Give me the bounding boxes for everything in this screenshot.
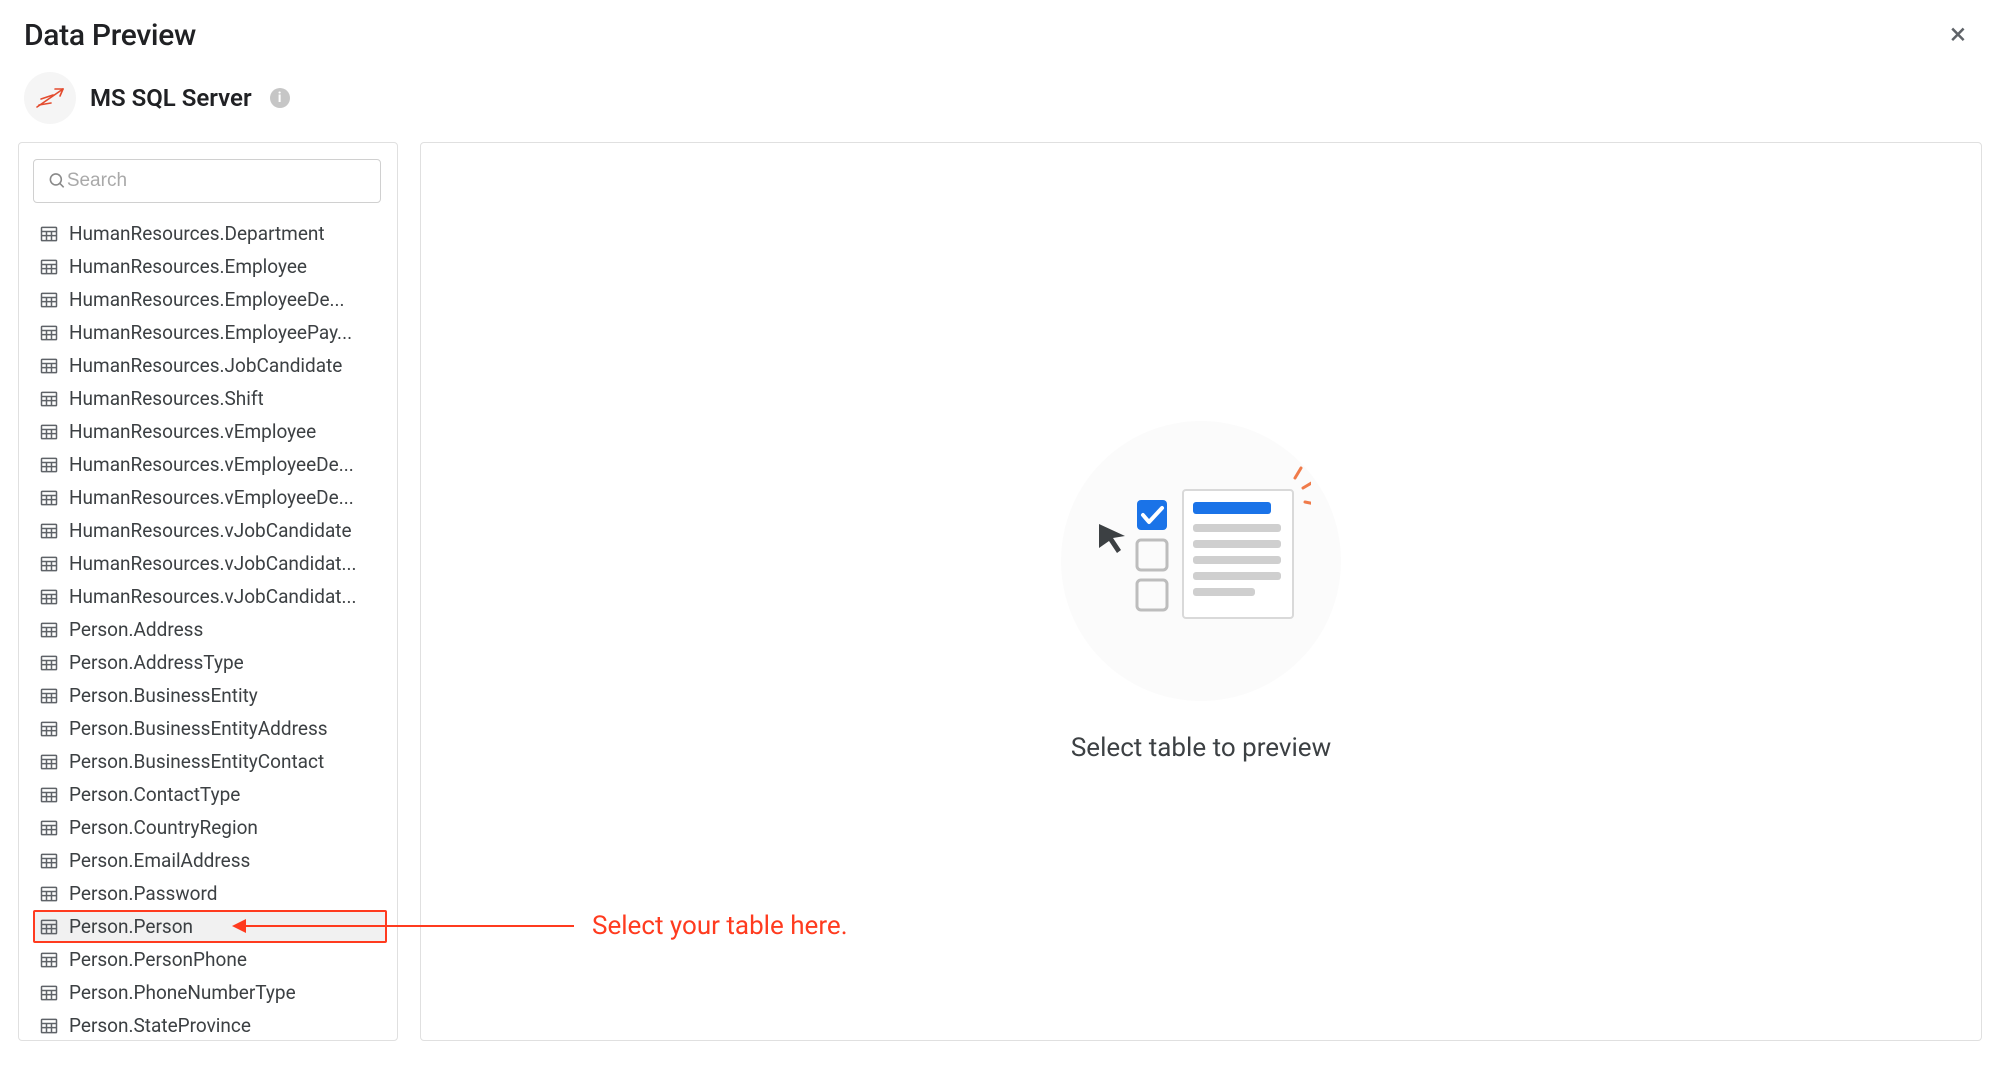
table-icon <box>39 719 59 739</box>
table-item[interactable]: Person.Person <box>33 910 387 943</box>
table-item[interactable]: HumanResources.vEmployeeDe... <box>33 481 387 514</box>
table-item-label: Person.BusinessEntity <box>69 684 258 707</box>
empty-illustration <box>1061 421 1341 701</box>
table-item-label: HumanResources.Department <box>69 222 325 245</box>
table-icon <box>39 983 59 1003</box>
table-icon <box>39 488 59 508</box>
search-input[interactable] <box>67 170 366 192</box>
body-row: HumanResources.Department HumanResources.… <box>0 142 2000 1059</box>
sidebar: HumanResources.Department HumanResources.… <box>18 142 398 1041</box>
table-icon <box>39 356 59 376</box>
table-icon <box>39 257 59 277</box>
datasource-name: MS SQL Server <box>90 84 252 112</box>
table-item-label: HumanResources.vJobCandidate <box>69 519 352 542</box>
empty-message: Select table to preview <box>1071 733 1331 763</box>
table-icon <box>39 653 59 673</box>
table-item-label: Person.CountryRegion <box>69 816 258 839</box>
table-item-label: HumanResources.JobCandidate <box>69 354 342 377</box>
table-item[interactable]: Person.Password <box>33 877 387 910</box>
table-icon <box>39 851 59 871</box>
table-item-label: Person.Person <box>69 915 193 938</box>
empty-state: Select table to preview <box>1061 421 1341 763</box>
table-item[interactable]: HumanResources.Shift <box>33 382 387 415</box>
table-item[interactable]: Person.CountryRegion <box>33 811 387 844</box>
table-item-label: Person.EmailAddress <box>69 849 250 872</box>
table-item-label: HumanResources.vJobCandidat... <box>69 552 357 575</box>
table-item[interactable]: HumanResources.vEmployeeDe... <box>33 448 387 481</box>
table-item[interactable]: HumanResources.Employee <box>33 250 387 283</box>
table-item[interactable]: HumanResources.EmployeeDe... <box>33 283 387 316</box>
table-item-label: Person.BusinessEntityAddress <box>69 717 328 740</box>
table-icon <box>39 224 59 244</box>
table-item[interactable]: HumanResources.vJobCandidat... <box>33 580 387 613</box>
table-item-label: HumanResources.vEmployeeDe... <box>69 453 354 476</box>
table-icon <box>39 455 59 475</box>
table-icon <box>39 1016 59 1036</box>
search-icon <box>48 171 67 191</box>
table-icon <box>39 686 59 706</box>
table-item-label: HumanResources.vJobCandidat... <box>69 585 357 608</box>
table-list[interactable]: HumanResources.Department HumanResources.… <box>33 217 391 1040</box>
main-panel: Select table to preview <box>420 142 1982 1041</box>
datasource-icon <box>24 72 76 124</box>
table-item-label: Person.AddressType <box>69 651 244 674</box>
table-item-label: HumanResources.EmployeeDe... <box>69 288 345 311</box>
table-icon <box>39 587 59 607</box>
table-item-label: Person.PhoneNumberType <box>69 981 296 1004</box>
table-item-label: Person.Password <box>69 882 217 905</box>
page-title: Data Preview <box>24 18 196 53</box>
table-icon <box>39 554 59 574</box>
table-item[interactable]: Person.BusinessEntityContact <box>33 745 387 778</box>
table-icon <box>39 323 59 343</box>
table-item[interactable]: HumanResources.vEmployee <box>33 415 387 448</box>
table-item-label: HumanResources.EmployeePay... <box>69 321 352 344</box>
search-box[interactable] <box>33 159 381 203</box>
table-icon <box>39 884 59 904</box>
table-item[interactable]: Person.ContactType <box>33 778 387 811</box>
table-item-label: HumanResources.vEmployee <box>69 420 316 443</box>
table-icon <box>39 950 59 970</box>
table-icon <box>39 422 59 442</box>
table-item-label: HumanResources.vEmployeeDe... <box>69 486 354 509</box>
table-item-label: Person.Address <box>69 618 203 641</box>
table-item-label: HumanResources.Shift <box>69 387 264 410</box>
table-item[interactable]: HumanResources.EmployeePay... <box>33 316 387 349</box>
datasource-header: MS SQL Server i <box>0 62 2000 142</box>
table-item[interactable]: Person.BusinessEntity <box>33 679 387 712</box>
table-item-label: Person.StateProvince <box>69 1014 251 1037</box>
table-icon <box>39 290 59 310</box>
table-item[interactable]: Person.AddressType <box>33 646 387 679</box>
table-item[interactable]: Person.PhoneNumberType <box>33 976 387 1009</box>
table-icon <box>39 818 59 838</box>
table-item[interactable]: HumanResources.vJobCandidat... <box>33 547 387 580</box>
table-item-label: HumanResources.Employee <box>69 255 307 278</box>
table-icon <box>39 752 59 772</box>
info-icon[interactable]: i <box>270 88 290 108</box>
table-item[interactable]: HumanResources.JobCandidate <box>33 349 387 382</box>
table-item[interactable]: HumanResources.Department <box>33 217 387 250</box>
table-item-label: Person.BusinessEntityContact <box>69 750 324 773</box>
table-icon <box>39 620 59 640</box>
table-item[interactable]: HumanResources.vJobCandidate <box>33 514 387 547</box>
table-item[interactable]: Person.EmailAddress <box>33 844 387 877</box>
table-item-label: Person.ContactType <box>69 783 240 806</box>
table-icon <box>39 521 59 541</box>
table-item[interactable]: Person.PersonPhone <box>33 943 387 976</box>
table-icon <box>39 917 59 937</box>
header-bar: Data Preview × <box>0 0 2000 62</box>
table-icon <box>39 785 59 805</box>
table-item[interactable]: Person.StateProvince <box>33 1009 387 1040</box>
table-item[interactable]: Person.BusinessEntityAddress <box>33 712 387 745</box>
table-icon <box>39 389 59 409</box>
table-item-label: Person.PersonPhone <box>69 948 247 971</box>
table-item[interactable]: Person.Address <box>33 613 387 646</box>
close-button[interactable]: × <box>1940 16 1976 54</box>
